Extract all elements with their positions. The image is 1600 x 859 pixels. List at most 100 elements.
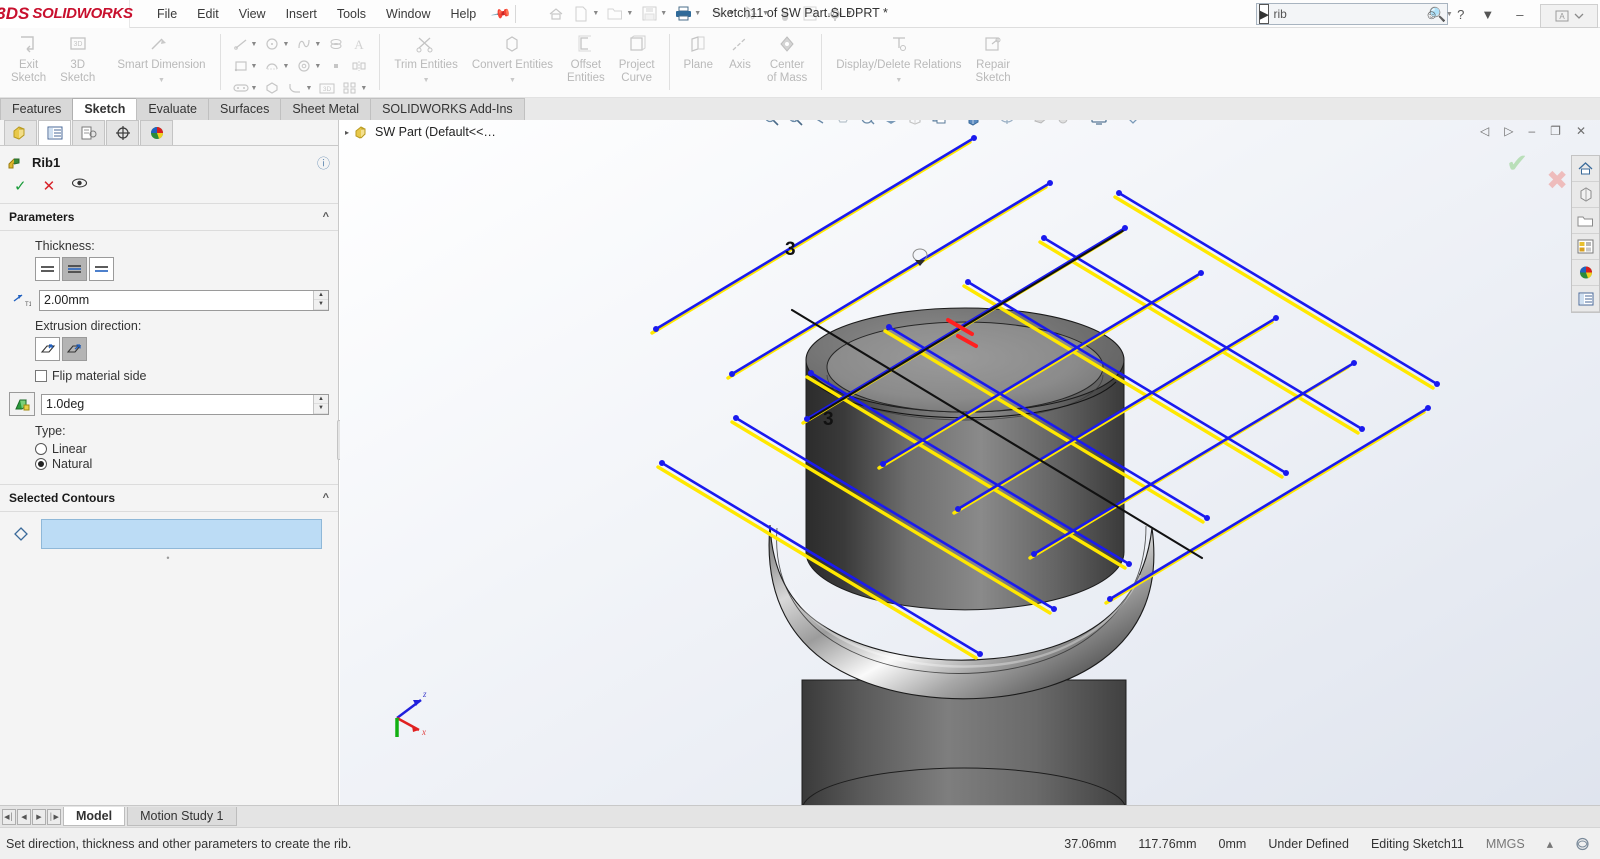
tab-features[interactable]: Features: [0, 98, 73, 120]
restore-down-right-icon[interactable]: ▷: [1500, 123, 1517, 139]
type-natural-radio[interactable]: [35, 458, 47, 470]
undo-icon[interactable]: [705, 3, 729, 25]
text-icon[interactable]: A: [348, 34, 370, 54]
project-curve-button[interactable]: Project Curve: [612, 30, 662, 88]
main-menu[interactable]: File Edit View Insert Tools Window Help: [148, 3, 485, 25]
tab-sheet-metal[interactable]: Sheet Metal: [280, 98, 371, 120]
draft-spinner-up[interactable]: ▲: [314, 395, 328, 405]
display-delete-relations-button[interactable]: Display/Delete Relations ▼: [829, 30, 968, 90]
save-icon[interactable]: [637, 3, 661, 25]
convert-entities-button[interactable]: Convert Entities ▼: [465, 30, 560, 90]
ellipse-icon[interactable]: [325, 34, 347, 54]
3d-sketch-button[interactable]: 3D 3D Sketch: [53, 30, 102, 88]
dimension-label-top[interactable]: 3: [785, 239, 796, 260]
flip-material-side-row[interactable]: Flip material side: [35, 369, 329, 383]
pin-icon[interactable]: 📌: [490, 2, 512, 24]
print-icon[interactable]: [671, 3, 695, 25]
task-pane[interactable]: [1571, 155, 1600, 313]
thickness-spinner-up[interactable]: ▲: [314, 291, 328, 301]
menu-item-insert[interactable]: Insert: [277, 3, 326, 25]
undo-dropdown-icon[interactable]: ▼: [728, 10, 735, 17]
offset-entities-button[interactable]: Offset Entities: [560, 30, 612, 88]
options-gear-icon[interactable]: [823, 3, 847, 25]
exit-sketch-button[interactable]: Exit Sketch: [4, 30, 53, 88]
menu-item-edit[interactable]: Edit: [188, 3, 228, 25]
last-tab-button[interactable]: │▶: [47, 809, 61, 825]
smart-dimension-button[interactable]: Smart Dimension ▼: [110, 30, 212, 90]
thickness-second-side-button[interactable]: [89, 257, 114, 281]
file-properties-icon[interactable]: [798, 3, 822, 25]
thickness-both-sides-button[interactable]: [62, 257, 87, 281]
type-natural-row[interactable]: Natural: [35, 457, 329, 471]
convert-entities-dropdown-icon[interactable]: ▼: [509, 74, 516, 87]
print-dropdown-icon[interactable]: ▼: [694, 10, 701, 17]
arc-icon[interactable]: [261, 56, 283, 76]
options-dropdown-icon[interactable]: ▼: [846, 10, 853, 17]
cancel-button[interactable]: ✕: [43, 177, 56, 195]
confirmation-corner-cancel[interactable]: ✖: [1546, 165, 1568, 196]
annotation-header-tools[interactable]: A: [1540, 4, 1598, 28]
panel-resize-dots[interactable]: •: [0, 549, 338, 563]
manager-tabs[interactable]: [0, 120, 338, 146]
point-icon[interactable]: [325, 56, 347, 76]
circle-center-dropdown-icon[interactable]: ▼: [314, 63, 321, 70]
select-cursor-icon[interactable]: [739, 3, 763, 25]
graphics-area[interactable]: ◁ ▷ – ❐ ✕ ✔ ✖ ▼ ▼ ▼ ▼ ▼ ▸ SW Part (Defau…: [340, 120, 1600, 805]
confirmation-corner-ok[interactable]: ✔: [1506, 148, 1528, 179]
close-window-icon[interactable]: ✕: [1572, 123, 1590, 139]
tab-evaluate[interactable]: Evaluate: [136, 98, 209, 120]
pattern-dropdown-icon[interactable]: ▼: [360, 85, 367, 92]
trim-entities-dropdown-icon[interactable]: ▼: [423, 74, 430, 87]
annotation-view-icon[interactable]: A: [1554, 9, 1570, 23]
fillet-icon[interactable]: [284, 78, 306, 98]
line-icon[interactable]: [230, 34, 252, 54]
appearances-scenes-icon[interactable]: [1572, 260, 1599, 286]
save-dropdown-icon[interactable]: ▼: [660, 10, 667, 17]
thickness-input-wrapper[interactable]: ▲ ▼: [39, 290, 329, 311]
axis-button[interactable]: Axis: [720, 30, 760, 75]
help-question-icon[interactable]: ⓘ: [317, 153, 330, 172]
rectangle-dropdown-icon[interactable]: ▼: [251, 63, 258, 70]
design-library-icon[interactable]: [1572, 182, 1599, 208]
rebuild-icon[interactable]: [773, 3, 797, 25]
status-units-dropdown-icon[interactable]: ▴: [1547, 836, 1553, 851]
spline-dropdown-icon[interactable]: ▼: [314, 41, 321, 48]
menu-item-view[interactable]: View: [230, 3, 275, 25]
draft-angle-icon[interactable]: [9, 392, 35, 416]
prev-tab-button[interactable]: ◀: [17, 809, 31, 825]
spline-icon[interactable]: [293, 34, 315, 54]
quick-access-toolbar[interactable]: ▼ ▼ ▼ ▼ ▼ ▼ ▼: [544, 3, 856, 25]
circle-icon[interactable]: [261, 34, 283, 54]
property-manager-actions[interactable]: ✓ ✕: [0, 174, 338, 204]
help-dropdown-icon[interactable]: ▼: [1473, 4, 1502, 25]
slot-dropdown-icon[interactable]: ▼: [251, 85, 258, 92]
center-of-mass-button[interactable]: Center of Mass: [760, 30, 814, 88]
property-manager-tab[interactable]: [38, 120, 71, 145]
thickness-input[interactable]: [40, 293, 313, 307]
menu-item-file[interactable]: File: [148, 3, 186, 25]
minimize-button[interactable]: –: [1508, 4, 1531, 25]
plane-button[interactable]: Plane: [677, 30, 720, 75]
dimension-label-bottom[interactable]: 3: [823, 409, 834, 430]
type-linear-row[interactable]: Linear: [35, 442, 329, 456]
selected-contours-collapse-icon[interactable]: ^: [323, 492, 329, 504]
plane-3d-icon[interactable]: 3D: [316, 78, 338, 98]
collapse-chevron-icon[interactable]: [1573, 10, 1585, 22]
new-document-dropdown-icon[interactable]: ▼: [592, 10, 599, 17]
document-window-controls[interactable]: ◁ ▷ – ❐ ✕: [1476, 123, 1590, 139]
status-units[interactable]: MMGS: [1486, 837, 1525, 851]
selected-contours-selection-box[interactable]: [41, 519, 322, 549]
section-header-parameters[interactable]: Parameters ^: [0, 204, 338, 231]
next-tab-button[interactable]: ▶: [32, 809, 46, 825]
thickness-spinner[interactable]: ▲ ▼: [313, 291, 328, 310]
tab-surfaces[interactable]: Surfaces: [208, 98, 281, 120]
display-manager-tab[interactable]: [140, 120, 173, 145]
tab-navigation-buttons[interactable]: ◀│ ◀ ▶ │▶: [0, 809, 61, 825]
trim-entities-button[interactable]: Trim Entities ▼: [387, 30, 464, 90]
tab-motion-study-1[interactable]: Motion Study 1: [127, 807, 236, 826]
open-folder-icon[interactable]: [603, 3, 627, 25]
draft-input-wrapper[interactable]: ▲ ▼: [41, 394, 329, 415]
section-header-selected-contours[interactable]: Selected Contours ^: [0, 484, 338, 512]
file-explorer-icon[interactable]: [1572, 208, 1599, 234]
type-linear-radio[interactable]: [35, 443, 47, 455]
